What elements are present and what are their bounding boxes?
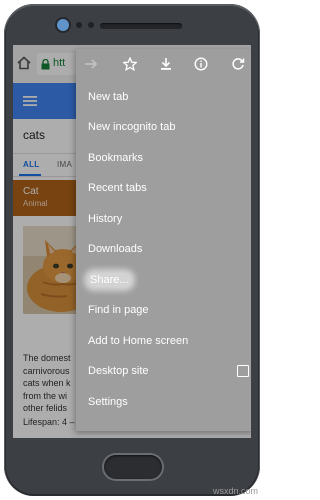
menu-item-share[interactable]: Share... bbox=[76, 265, 251, 295]
watermark: wsxdn.com bbox=[212, 486, 258, 496]
info-icon[interactable] bbox=[194, 57, 208, 71]
earpiece-speaker bbox=[100, 23, 182, 29]
menu-item-add-to-home-screen[interactable]: Add to Home screen bbox=[76, 326, 251, 356]
sensor-dot bbox=[88, 22, 94, 28]
menu-item-bookmarks[interactable]: Bookmarks bbox=[76, 143, 251, 173]
phone-screen: htt cats ALL IMA Cat Animal The domest c… bbox=[13, 45, 251, 438]
menu-item-label: New tab bbox=[88, 91, 129, 103]
menu-item-label: Downloads bbox=[88, 243, 143, 255]
menu-icon-row bbox=[76, 49, 251, 79]
menu-item-label: Settings bbox=[88, 396, 128, 408]
menu-item-history[interactable]: History bbox=[76, 204, 251, 234]
menu-item-new-incognito-tab[interactable]: New incognito tab bbox=[76, 112, 251, 142]
menu-item-label: Share... bbox=[88, 273, 131, 287]
menu-item-new-tab[interactable]: New tab bbox=[76, 82, 251, 112]
bookmark-star-icon[interactable] bbox=[123, 57, 137, 71]
menu-item-label: History bbox=[88, 213, 123, 225]
forward-arrow-icon[interactable] bbox=[84, 57, 98, 71]
refresh-icon[interactable] bbox=[231, 57, 245, 71]
sensor-dot bbox=[76, 22, 82, 28]
menu-item-label: Recent tabs bbox=[88, 182, 147, 194]
menu-item-settings[interactable]: Settings bbox=[76, 387, 251, 417]
menu-item-label: Bookmarks bbox=[88, 152, 144, 164]
desktop-site-checkbox[interactable] bbox=[237, 365, 249, 377]
menu-item-label: New incognito tab bbox=[88, 121, 176, 133]
menu-item-label: Find in page bbox=[88, 304, 149, 316]
menu-item-desktop-site[interactable]: Desktop site bbox=[76, 356, 251, 386]
menu-item-downloads[interactable]: Downloads bbox=[76, 234, 251, 264]
home-button[interactable] bbox=[104, 455, 162, 479]
menu-item-find-in-page[interactable]: Find in page bbox=[76, 295, 251, 325]
browser-overflow-menu: New tab New incognito tab Bookmarks Rece… bbox=[76, 49, 251, 431]
menu-item-label: Desktop site bbox=[88, 365, 149, 377]
download-icon[interactable] bbox=[159, 57, 173, 71]
menu-item-label: Add to Home screen bbox=[88, 335, 189, 347]
menu-item-recent-tabs[interactable]: Recent tabs bbox=[76, 173, 251, 203]
front-camera bbox=[57, 19, 69, 31]
